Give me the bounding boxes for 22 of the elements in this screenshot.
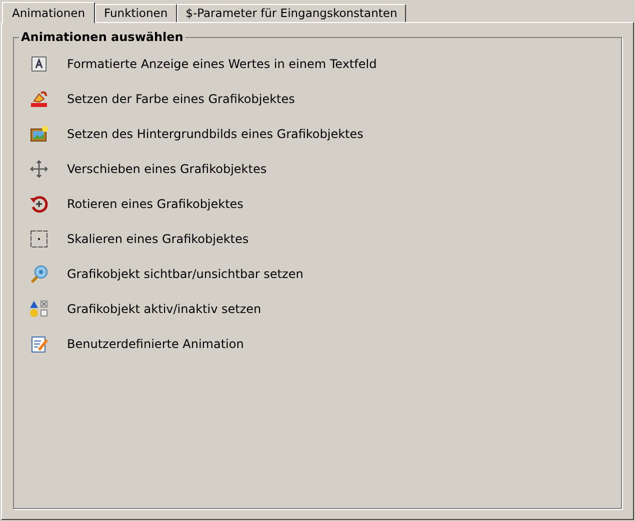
animation-option[interactable]: Setzen der Farbe eines Grafikobjektes [67,92,295,106]
animation-option[interactable]: Benutzerdefinierte Animation [67,337,244,351]
magnifier-icon [29,264,49,284]
animation-option[interactable]: Skalieren eines Grafikobjektes [67,232,249,246]
shapes-icon [29,299,49,319]
rotate-arrow-icon [29,194,49,214]
group-title: Animationen auswählen [19,30,186,44]
picture-frame-icon [29,124,49,144]
move-arrows-icon [29,159,49,179]
animation-option[interactable]: Verschieben eines Grafikobjektes [67,162,267,176]
text-field-icon [29,54,49,74]
tab[interactable]: Animationen [2,2,95,23]
tab[interactable]: $-Parameter für Eingangskonstanten [176,4,406,22]
tab[interactable]: Funktionen [95,4,177,22]
animation-option[interactable]: Rotieren eines Grafikobjektes [67,197,244,211]
paint-bucket-icon [29,89,49,109]
dotted-square-icon [29,229,49,249]
animation-option[interactable]: Grafikobjekt aktiv/inaktiv setzen [67,302,262,316]
pencil-note-icon [29,334,49,354]
animation-option[interactable]: Formatierte Anzeige eines Wertes in einem Textfeld [67,57,377,71]
animation-option[interactable]: Grafikobjekt sichtbar/unsichtbar setzen [67,267,304,281]
animation-option[interactable]: Setzen des Hintergrundbilds eines Grafikobjektes [67,127,364,141]
